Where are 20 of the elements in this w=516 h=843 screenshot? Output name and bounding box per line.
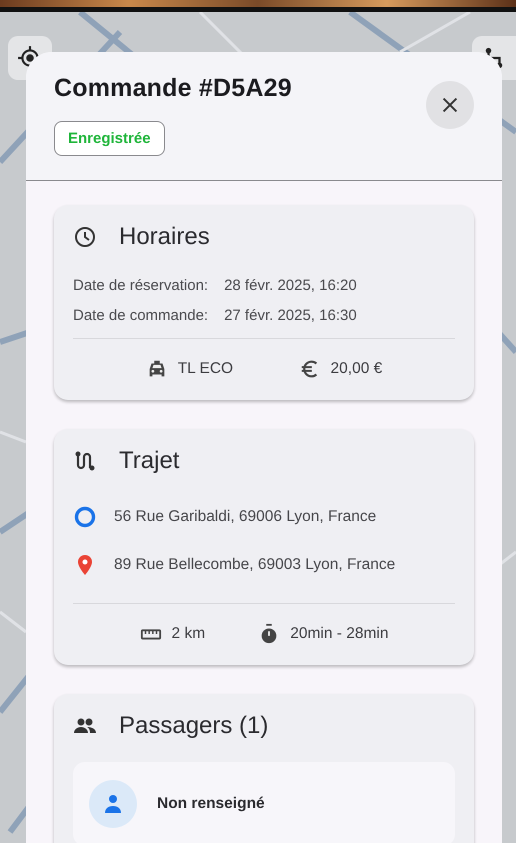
field-label: Date de réservation: xyxy=(73,277,208,294)
field-value: 27 févr. 2025, 16:30 xyxy=(224,307,358,324)
section-title: Horaires xyxy=(119,223,210,251)
route-icon xyxy=(73,449,97,473)
close-button[interactable] xyxy=(426,81,474,129)
section-title: Passagers (1) xyxy=(119,712,268,740)
address-text: 89 Rue Bellecombe, 69003 Lyon, France xyxy=(114,556,396,574)
order-title: Commande #D5A29 xyxy=(54,74,292,103)
section-title: Trajet xyxy=(119,447,180,475)
ring-icon xyxy=(73,505,97,529)
info-text: 20,00 € xyxy=(330,360,382,378)
info-text: TL ECO xyxy=(178,360,234,378)
passenger-name: Non renseigné xyxy=(157,795,265,813)
info-text: 2 km xyxy=(172,625,206,643)
field-label: Date de commande: xyxy=(73,307,208,324)
address-text: 56 Rue Garibaldi, 69006 Lyon, France xyxy=(114,508,376,526)
field-value: 28 févr. 2025, 16:20 xyxy=(224,277,358,294)
clock-icon xyxy=(73,225,97,249)
info-text: 20min - 28min xyxy=(290,625,388,643)
status-badge: Enregistrée xyxy=(54,121,165,156)
